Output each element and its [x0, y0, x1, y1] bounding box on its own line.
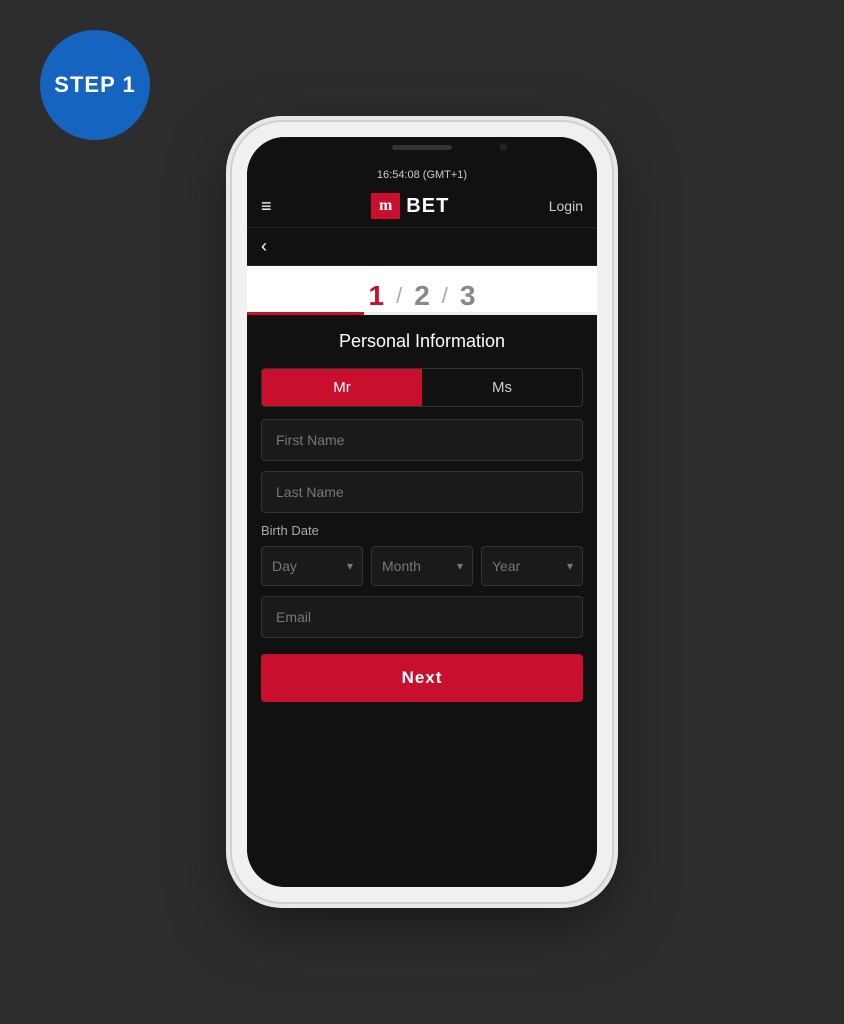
step-badge: STEP 1: [40, 30, 150, 140]
year-select-wrapper: Year: [481, 546, 583, 586]
back-button[interactable]: ‹: [261, 236, 267, 256]
month-select-wrapper: Month: [371, 546, 473, 586]
back-area: ‹: [247, 228, 597, 266]
login-button[interactable]: Login: [549, 198, 583, 214]
step-sep-1: /: [396, 283, 402, 309]
birth-date-label: Birth Date: [261, 523, 583, 538]
step-2[interactable]: 2: [414, 280, 430, 312]
step-sep-2: /: [442, 283, 448, 309]
phone-screen: 16:54:08 (GMT+1) ≡ m BET Login ‹ 1 / 2 /: [247, 137, 597, 887]
progress-indicator: [247, 312, 364, 315]
menu-icon[interactable]: ≡: [261, 196, 272, 217]
gender-ms-button[interactable]: Ms: [422, 369, 582, 406]
step-3[interactable]: 3: [460, 280, 476, 312]
phone-frame: 16:54:08 (GMT+1) ≡ m BET Login ‹ 1 / 2 /: [232, 122, 612, 902]
status-bar: 16:54:08 (GMT+1): [247, 165, 597, 185]
last-name-input[interactable]: [261, 471, 583, 513]
gender-toggle: Mr Ms: [261, 368, 583, 407]
app-header: ≡ m BET Login: [247, 185, 597, 228]
phone-camera: [499, 143, 507, 151]
day-select-wrapper: Day: [261, 546, 363, 586]
first-name-input[interactable]: [261, 419, 583, 461]
next-button[interactable]: Next: [261, 654, 583, 702]
logo-m-box: m: [371, 193, 400, 219]
progress-steps: 1 / 2 / 3: [247, 266, 597, 315]
logo-bet-text: BET: [406, 195, 449, 218]
email-input[interactable]: [261, 596, 583, 638]
form-area: Personal Information Mr Ms Birth Date Da…: [247, 315, 597, 887]
form-title: Personal Information: [261, 331, 583, 352]
birth-date-row: Day Month Year: [261, 546, 583, 586]
phone-speaker: [392, 145, 452, 150]
step-1[interactable]: 1: [369, 280, 385, 312]
month-select[interactable]: Month: [371, 546, 473, 586]
header-logo: m BET: [371, 193, 449, 219]
year-select[interactable]: Year: [481, 546, 583, 586]
step-badge-text: STEP 1: [54, 72, 135, 98]
status-time: 16:54:08 (GMT+1): [377, 169, 467, 181]
day-select[interactable]: Day: [261, 546, 363, 586]
gender-mr-button[interactable]: Mr: [262, 369, 422, 406]
phone-top-bar: [247, 137, 597, 165]
